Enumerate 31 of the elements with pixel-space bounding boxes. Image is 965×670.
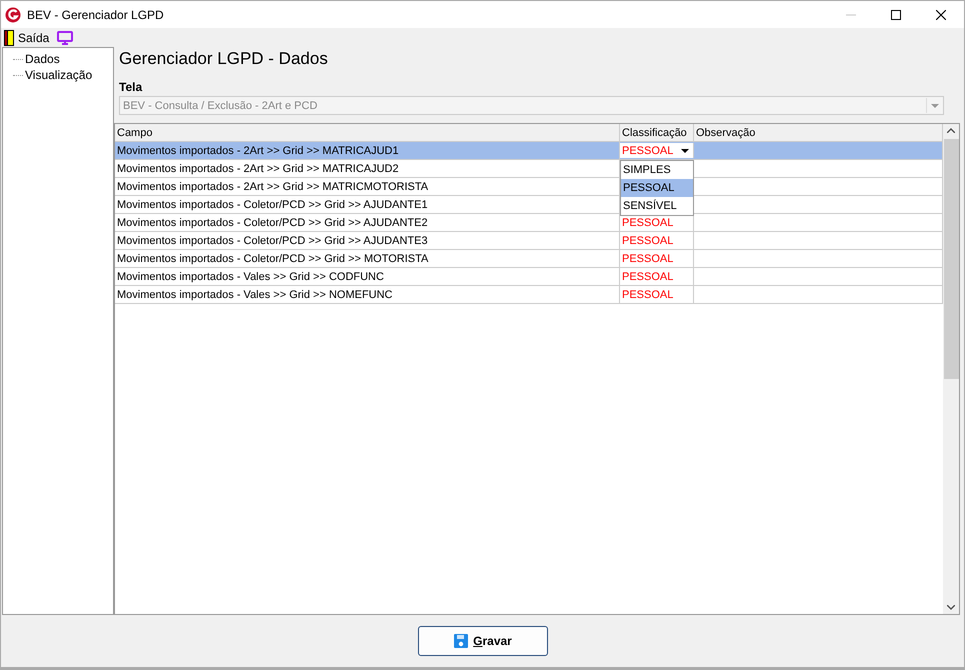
dropdown-arrow-icon <box>931 104 939 108</box>
table-cell: Movimentos importados - Vales >> Grid >> CODFUNC <box>115 268 620 285</box>
page-title: Gerenciador LGPD - Dados <box>119 48 329 70</box>
classification-editor[interactable]: PESSOAL <box>620 143 694 158</box>
vertical-scrollbar[interactable] <box>943 124 959 614</box>
table-cell: Movimentos importados - Coletor/PCD >> Grid >> MOTORISTA <box>115 250 620 267</box>
table-cell: Movimentos importados - Vales >> Grid >> NOMEFUNC <box>115 286 620 303</box>
table-cell: PESSOAL <box>620 232 694 249</box>
monitor-icon[interactable] <box>57 30 74 44</box>
window-title: BEV - Gerenciador LGPD <box>27 8 164 22</box>
dropdown-option[interactable]: SENSÍVEL <box>621 197 693 215</box>
scroll-up-icon[interactable] <box>947 128 955 133</box>
column-header[interactable]: Campo <box>115 124 620 141</box>
field-label: Tela <box>119 80 144 94</box>
close-icon[interactable] <box>936 10 946 20</box>
table-cell: PESSOAL <box>620 250 694 267</box>
maximize-icon[interactable] <box>891 10 901 20</box>
door-icon <box>4 30 14 46</box>
table-cell: PESSOAL <box>620 268 694 285</box>
table-cell: Movimentos importados - Coletor/PCD >> Grid >> AJUDANTE3 <box>115 232 620 249</box>
scroll-down-icon[interactable] <box>947 605 955 610</box>
dropdown-arrow-icon[interactable] <box>681 148 689 152</box>
app-logo-icon <box>5 6 21 22</box>
dropdown-option[interactable]: PESSOAL <box>621 179 693 197</box>
save-button[interactable]: Gravar <box>418 626 548 656</box>
tree-item[interactable]: Dados <box>25 52 60 66</box>
exit-button[interactable]: Saída <box>4 30 50 46</box>
column-header[interactable]: Classificação <box>620 124 694 141</box>
dropdown-option[interactable]: SIMPLES <box>621 161 693 179</box>
tree-item[interactable]: Visualização <box>25 68 92 82</box>
table-cell: PESSOAL <box>620 286 694 303</box>
